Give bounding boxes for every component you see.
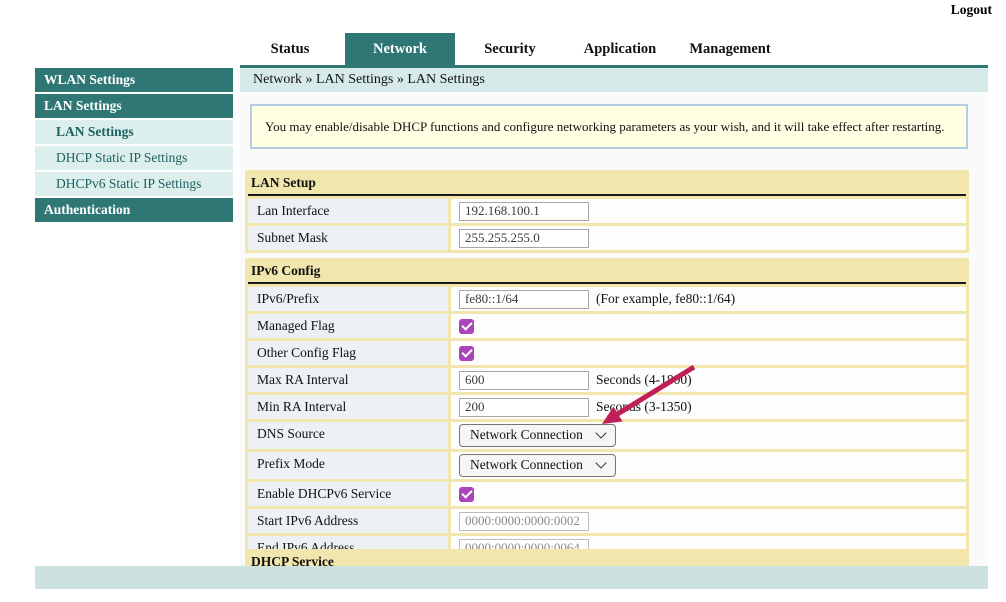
tab-application[interactable]: Application xyxy=(565,33,675,65)
footer-bar xyxy=(35,566,988,589)
breadcrumb-bar: Network » LAN Settings » LAN Settings xyxy=(240,65,988,92)
other-config-flag-checkbox[interactable] xyxy=(459,346,474,361)
field-label-max-ra-interval: Max RA Interval xyxy=(248,368,448,392)
field-label-ipv6-prefix: IPv6/Prefix xyxy=(248,287,448,311)
field-hint: (For example, fe80::1/64) xyxy=(596,291,735,307)
managed-flag-checkbox[interactable] xyxy=(459,319,474,334)
lan-interface-input[interactable] xyxy=(459,202,589,221)
field-value: Seconds (4-1800) xyxy=(451,368,966,392)
field-label-enable-dhcpv6-service: Enable DHCPv6 Service xyxy=(248,482,448,506)
table-row: Managed Flag xyxy=(248,314,966,338)
field-value: Network Connection xyxy=(451,452,966,479)
section-title-dhcp-service: DHCP Service xyxy=(248,552,966,566)
sidebar-item-wlan-settings[interactable]: WLAN Settings xyxy=(35,68,233,92)
table-row: Subnet Mask xyxy=(248,226,966,250)
table-row: IPv6/Prefix (For example, fe80::1/64) xyxy=(248,287,966,311)
chevron-down-icon xyxy=(595,457,606,468)
table-row: Max RA Interval Seconds (4-1800) xyxy=(248,368,966,392)
sidebar-item-dhcp-static-ip-settings-sub[interactable]: DHCP Static IP Settings xyxy=(35,146,233,170)
table-row: Lan Interface xyxy=(248,199,966,223)
field-value xyxy=(451,482,966,506)
prefix-mode-select[interactable]: Network Connection xyxy=(459,454,616,477)
tab-network[interactable]: Network xyxy=(345,33,455,65)
table-row: Other Config Flag xyxy=(248,341,966,365)
field-value xyxy=(451,314,966,338)
field-value: (For example, fe80::1/64) xyxy=(451,287,966,311)
nav-tabs: StatusNetworkSecurityApplicationManageme… xyxy=(235,33,785,65)
notice-box: You may enable/disable DHCP functions an… xyxy=(250,104,968,149)
select-value: Network Connection xyxy=(470,457,583,473)
enable-dhcpv6-service-checkbox[interactable] xyxy=(459,487,474,502)
sidebar-item-lan-settings-sub[interactable]: LAN Settings xyxy=(35,120,233,144)
logout-link[interactable]: Logout xyxy=(951,2,992,18)
tab-management[interactable]: Management xyxy=(675,33,785,65)
field-hint: Seconds (3-1350) xyxy=(596,399,692,415)
lan-setup-section: LAN Setup Lan Interface Subnet Mask xyxy=(245,170,969,253)
field-value xyxy=(451,226,966,250)
sidebar: WLAN SettingsLAN SettingsLAN SettingsDHC… xyxy=(35,68,233,224)
ipv6-prefix-input[interactable] xyxy=(459,290,589,309)
field-label-prefix-mode: Prefix Mode xyxy=(248,452,448,479)
tab-security[interactable]: Security xyxy=(455,33,565,65)
max-ra-interval-input[interactable] xyxy=(459,371,589,390)
section-title-ipv6-config: IPv6 Config xyxy=(248,261,966,284)
breadcrumb: Network » LAN Settings » LAN Settings xyxy=(253,72,485,87)
field-value xyxy=(451,341,966,365)
min-ra-interval-input[interactable] xyxy=(459,398,589,417)
ipv6-config-section: IPv6 Config IPv6/Prefix (For example, fe80… xyxy=(245,258,969,563)
select-value: Network Connection xyxy=(470,427,583,443)
field-label-other-config-flag: Other Config Flag xyxy=(248,341,448,365)
start-ipv6-address-input[interactable] xyxy=(459,512,589,531)
field-value xyxy=(451,199,966,223)
field-label-lan-interface: Lan Interface xyxy=(248,199,448,223)
table-row: Enable DHCPv6 Service xyxy=(248,482,966,506)
field-label-start-ipv6-address: Start IPv6 Address xyxy=(248,509,448,533)
field-hint: Seconds (4-1800) xyxy=(596,372,692,388)
field-label-min-ra-interval: Min RA Interval xyxy=(248,395,448,419)
field-label-subnet-mask: Subnet Mask xyxy=(248,226,448,250)
sidebar-item-dhcpv6-static-ip-settings-sub[interactable]: DHCPv6 Static IP Settings xyxy=(35,172,233,196)
main-content: You may enable/disable DHCP functions an… xyxy=(240,92,988,566)
tab-status[interactable]: Status xyxy=(235,33,345,65)
table-row: Min RA Interval Seconds (3-1350) xyxy=(248,395,966,419)
subnet-mask-input[interactable] xyxy=(459,229,589,248)
field-label-managed-flag: Managed Flag xyxy=(248,314,448,338)
chevron-down-icon xyxy=(595,427,606,438)
field-value: Seconds (3-1350) xyxy=(451,395,966,419)
table-row: Start IPv6 Address xyxy=(248,509,966,533)
table-row: Prefix Mode Network Connection xyxy=(248,452,966,479)
dns-source-select[interactable]: Network Connection xyxy=(459,424,616,447)
field-value xyxy=(451,509,966,533)
field-value: Network Connection xyxy=(451,422,966,449)
dhcp-service-section: DHCP Service xyxy=(245,549,969,566)
section-title-lan-setup: LAN Setup xyxy=(248,173,966,196)
sidebar-item-lan-settings[interactable]: LAN Settings xyxy=(35,94,233,118)
table-row: DNS Source Network Connection xyxy=(248,422,966,449)
field-label-dns-source: DNS Source xyxy=(248,422,448,449)
sidebar-item-authentication[interactable]: Authentication xyxy=(35,198,233,222)
notice-text: You may enable/disable DHCP functions an… xyxy=(265,119,945,134)
